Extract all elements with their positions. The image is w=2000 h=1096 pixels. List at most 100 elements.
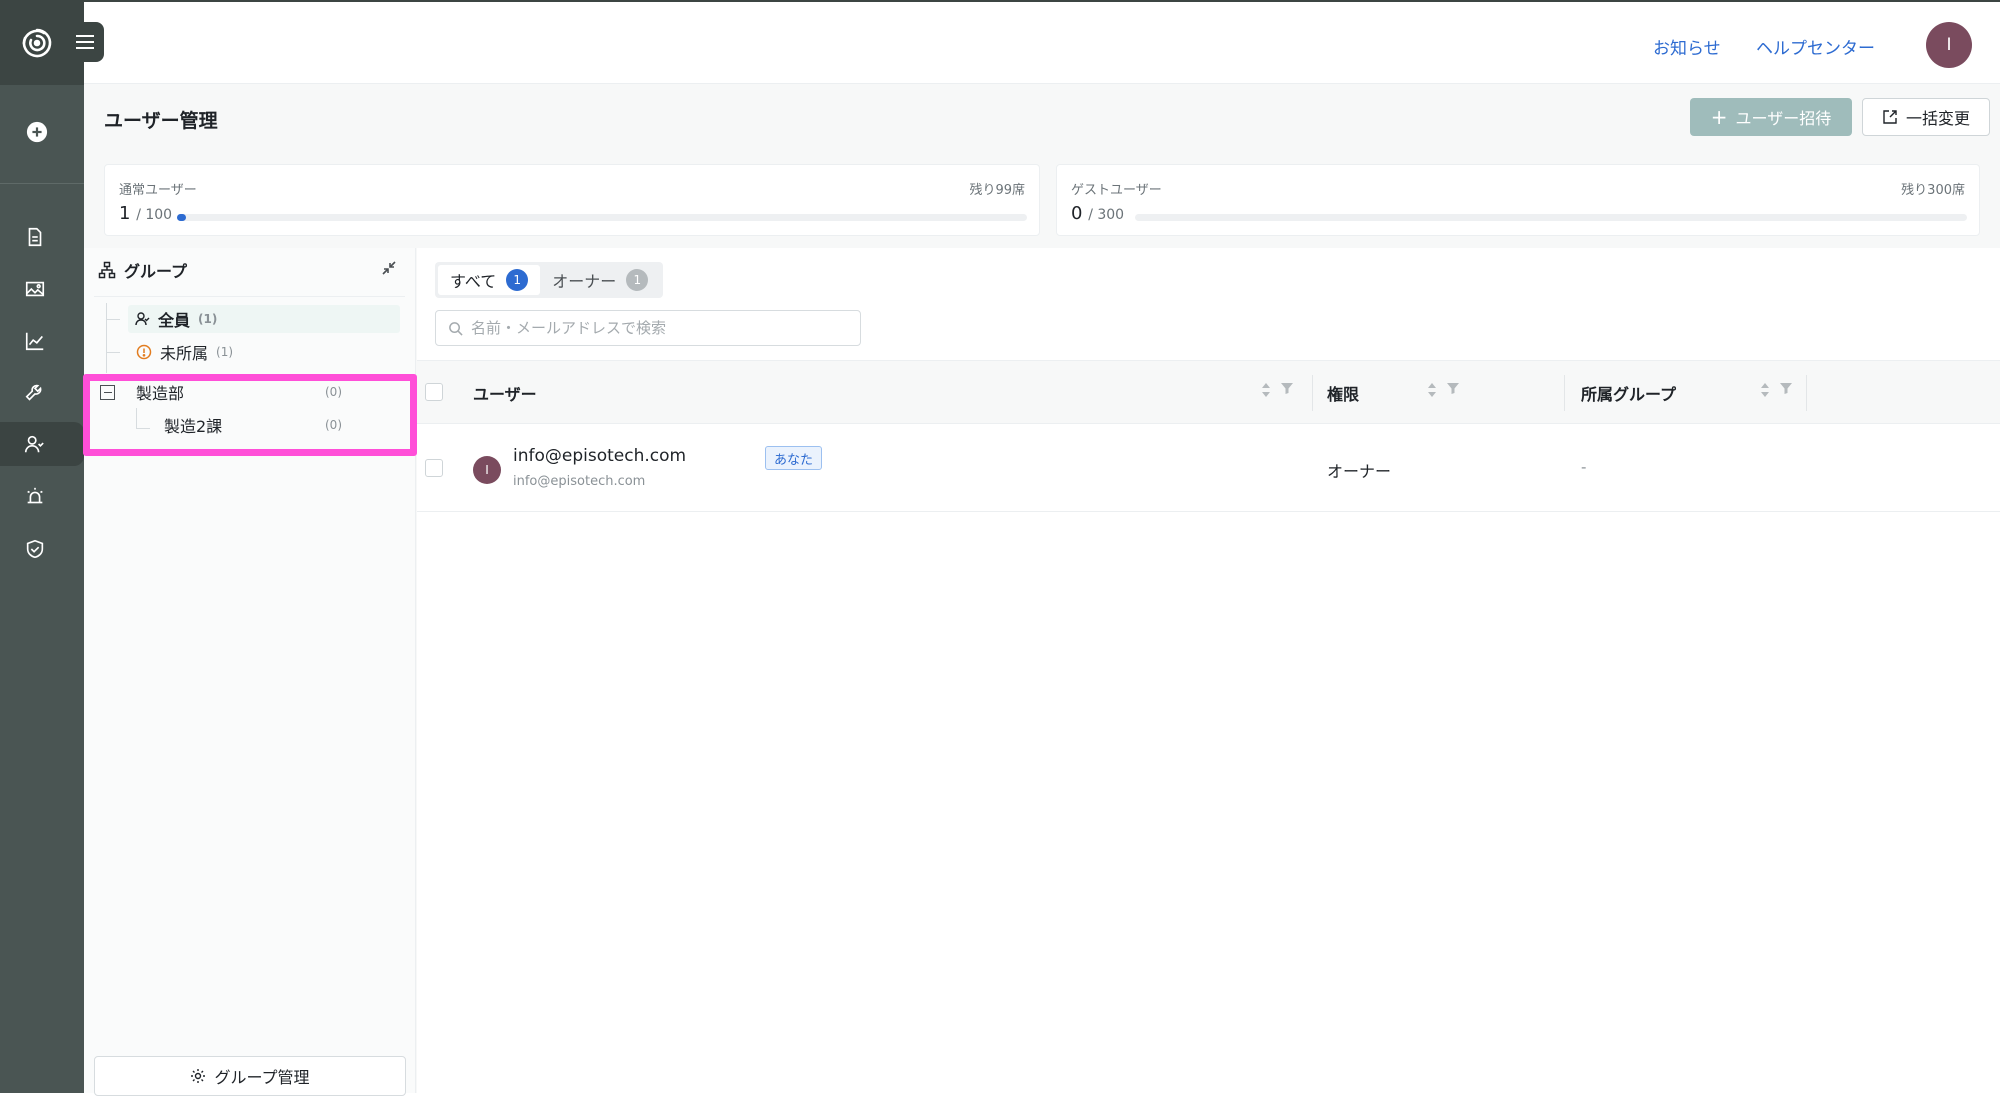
sidebar-divider	[0, 183, 84, 184]
table-header: ユーザー 権限 所属グループ	[417, 360, 2000, 424]
add-button[interactable]	[16, 110, 58, 154]
filter-icon[interactable]	[1446, 381, 1460, 395]
gear-icon	[191, 1069, 206, 1083]
search-input[interactable]	[471, 319, 851, 337]
column-header-user[interactable]: ユーザー	[473, 381, 537, 405]
regular-quota-fill	[177, 214, 186, 221]
sidebar	[0, 0, 104, 1093]
guest-quota-label: ゲストユーザー	[1071, 183, 1162, 198]
regular-quota-label: 通常ユーザー	[119, 183, 197, 198]
user-role: オーナー	[1327, 462, 1392, 481]
tab-all[interactable]: すべて 1	[438, 265, 541, 295]
image-icon	[25, 281, 45, 297]
regular-quota-used: 1	[119, 203, 131, 224]
alarm-icon	[27, 487, 43, 504]
group-item-all[interactable]: 全員 (1)	[128, 305, 400, 333]
sidebar-item-analytics[interactable]	[14, 319, 56, 363]
guest-quota-remaining: 残り300席	[1901, 183, 1965, 198]
group-item-count: (1)	[198, 312, 218, 326]
highlight-box	[83, 374, 417, 456]
tab-label: オーナー	[552, 272, 617, 291]
user-email-secondary: info@episotech.com	[513, 474, 646, 489]
group-panel-header: グループ	[98, 258, 187, 282]
group-item-label: 全員	[158, 311, 191, 330]
row-checkbox[interactable]	[425, 459, 443, 477]
tab-owner[interactable]: オーナー 1	[540, 265, 660, 295]
tab-count-badge: 1	[626, 269, 649, 291]
sidebar-item-images[interactable]	[14, 267, 56, 311]
user-group: -	[1581, 458, 1587, 476]
warning-circle-icon	[136, 344, 152, 360]
guest-user-quota-card: ゲストユーザー 残り300席 0 / 300	[1056, 164, 1980, 236]
invite-user-button[interactable]: + ユーザー招待	[1690, 98, 1852, 136]
select-all-checkbox[interactable]	[425, 383, 443, 401]
you-badge: あなた	[765, 446, 823, 470]
group-manage-button[interactable]: グループ管理	[94, 1056, 406, 1096]
sidebar-item-alerts[interactable]	[14, 475, 56, 519]
filter-icon[interactable]	[1779, 381, 1793, 395]
search-box	[435, 310, 861, 346]
edit-icon	[1883, 110, 1897, 124]
main-content: ユーザー管理 + ユーザー招待 一括変更 通常ユーザー 残り99席 1 / 10…	[83, 84, 2000, 1096]
users-icon	[135, 312, 150, 326]
column-header-group[interactable]: 所属グループ	[1581, 381, 1676, 405]
guest-quota-bar	[1135, 214, 1967, 221]
collapse-panel-button[interactable]	[381, 260, 397, 280]
invite-user-label: ユーザー招待	[1735, 109, 1832, 128]
guest-quota-limit: / 300	[1088, 207, 1125, 223]
tree-connector	[106, 319, 120, 320]
bulk-edit-label: 一括変更	[1905, 109, 1970, 128]
guest-quota-used: 0	[1071, 203, 1083, 224]
collapse-icon	[382, 261, 396, 275]
user-avatar[interactable]: I	[1926, 22, 1972, 68]
guest-quota-count: 0 / 300	[1071, 203, 1124, 224]
sort-icon[interactable]	[1426, 381, 1438, 399]
sidebar-item-tools[interactable]	[14, 371, 56, 415]
group-panel: グループ 全員 (1) 未所属 (1) 製造部 (0) 製造2課 (0) グルー…	[83, 248, 417, 1096]
regular-quota-bar	[177, 214, 1027, 221]
document-icon	[28, 227, 42, 247]
help-center-link[interactable]: ヘルプセンター	[1756, 34, 1875, 59]
shield-check-icon	[26, 539, 44, 559]
avatar: I	[473, 456, 501, 484]
column-divider	[1564, 375, 1565, 411]
plus-icon: +	[1710, 105, 1728, 129]
sidebar-item-security[interactable]	[14, 527, 56, 571]
column-divider	[1806, 375, 1807, 411]
regular-user-quota-card: 通常ユーザー 残り99席 1 / 100	[104, 164, 1040, 236]
group-item-count: (1)	[216, 345, 234, 359]
role-column-controls	[1426, 381, 1460, 399]
column-header-role[interactable]: 権限	[1327, 381, 1359, 405]
sort-icon[interactable]	[1260, 381, 1272, 399]
sidebar-item-documents[interactable]	[14, 215, 56, 259]
user-email: info@episotech.com	[513, 446, 687, 466]
notice-link[interactable]: お知らせ	[1653, 34, 1721, 59]
group-column-controls	[1759, 381, 1793, 399]
page-title: ユーザー管理	[104, 110, 218, 132]
column-divider	[1312, 375, 1313, 411]
group-item-unassigned[interactable]: 未所属 (1)	[136, 338, 233, 366]
sidebar-item-users[interactable]	[0, 422, 84, 466]
top-header: お知らせ ヘルプセンター I	[84, 0, 2000, 84]
filter-tabs: すべて 1 オーナー 1	[435, 262, 664, 298]
regular-quota-remaining: 残り99席	[969, 183, 1025, 198]
wrench-icon	[25, 384, 42, 401]
tree-connector	[106, 352, 120, 353]
chart-icon	[25, 332, 44, 351]
org-tree-icon	[98, 261, 116, 279]
user-list-panel: すべて 1 オーナー 1 ユーザー 権限	[417, 248, 2000, 1093]
group-item-label: 未所属	[160, 344, 209, 363]
table-row[interactable]: I info@episotech.com あなた info@episotech.…	[417, 424, 2000, 512]
search-icon	[449, 321, 463, 336]
add-icon	[26, 121, 48, 143]
group-panel-divider	[94, 296, 405, 297]
regular-quota-count: 1 / 100	[119, 203, 172, 224]
user-column-controls	[1260, 381, 1294, 399]
users-icon	[24, 435, 44, 453]
logo-icon[interactable]	[18, 24, 56, 62]
filter-icon[interactable]	[1280, 381, 1294, 395]
tab-count-badge: 1	[506, 269, 529, 291]
sort-icon[interactable]	[1759, 381, 1771, 399]
tree-connector	[106, 303, 107, 373]
bulk-edit-button[interactable]: 一括変更	[1862, 98, 1990, 136]
